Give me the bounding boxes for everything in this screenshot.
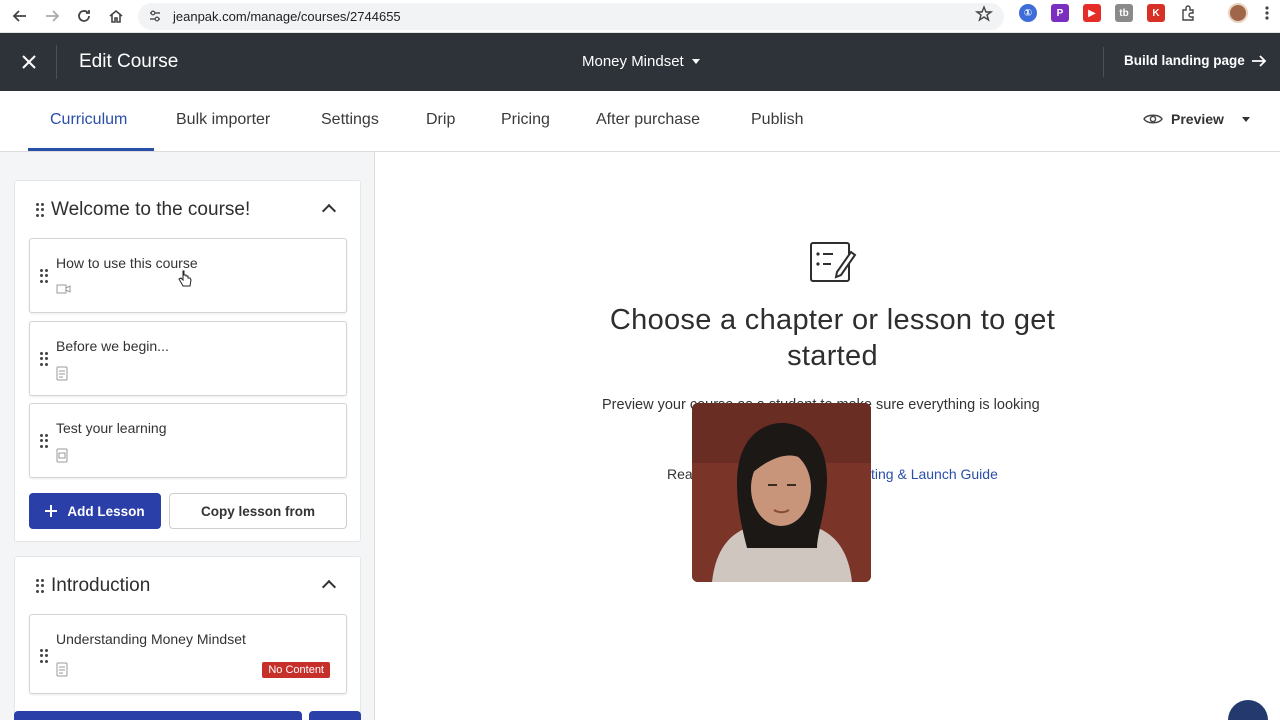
lesson-title: Understanding Money Mindset: [56, 631, 246, 647]
home-icon: [109, 9, 123, 23]
plus-icon: [45, 505, 58, 517]
build-landing-label: Build landing page: [1124, 53, 1245, 68]
extension-k-icon[interactable]: K: [1147, 4, 1165, 22]
address-bar[interactable]: jeanpak.com/manage/courses/2744655: [138, 3, 1004, 30]
eye-icon: [1143, 114, 1163, 124]
drag-handle-icon[interactable]: [40, 434, 48, 448]
tab-bulk-importer[interactable]: Bulk importer: [176, 111, 270, 129]
document-icon: [56, 366, 68, 381]
tab-curriculum[interactable]: Curriculum: [50, 111, 127, 129]
arrow-right-icon: [1251, 54, 1267, 67]
quiz-icon: [56, 448, 68, 463]
header-divider-right: [1103, 47, 1104, 77]
webcam-overlay: [692, 403, 871, 582]
build-landing-page-button[interactable]: Build landing page: [1124, 53, 1267, 68]
copy-lesson-button[interactable]: Copy lesson from: [169, 493, 347, 529]
browser-toolbar: jeanpak.com/manage/courses/2744655 ① P ▶…: [0, 0, 1280, 33]
more-options-button[interactable]: [309, 711, 361, 720]
lesson-title: Before we begin...: [56, 338, 169, 354]
active-tab-indicator: [28, 148, 154, 151]
chapter-card: Introduction Understanding Money Mindset…: [14, 556, 361, 720]
preview-label: Preview: [1171, 111, 1224, 127]
back-button[interactable]: [8, 4, 32, 28]
curriculum-sidebar[interactable]: Welcome to the course! How to use this c…: [0, 152, 375, 720]
launch-guide-link[interactable]: ting & Launch Guide: [871, 466, 998, 482]
arrow-right-icon: [46, 10, 60, 22]
drag-handle-icon[interactable]: [40, 269, 48, 283]
browser-menu-icon[interactable]: [1264, 5, 1270, 21]
course-tabs: Curriculum Bulk importer Settings Drip P…: [0, 91, 1280, 152]
bookmark-star-icon[interactable]: [975, 5, 993, 23]
tab-pricing[interactable]: Pricing: [501, 111, 550, 129]
lesson-item[interactable]: Test your learning: [29, 403, 347, 478]
presenter-video-icon: [692, 403, 871, 582]
extension-tb-icon[interactable]: tb: [1115, 4, 1133, 22]
tab-after-purchase[interactable]: After purchase: [596, 111, 700, 129]
reload-button[interactable]: [72, 4, 96, 28]
copy-lesson-label: Copy lesson from: [200, 503, 316, 519]
drag-handle-icon[interactable]: [40, 649, 48, 663]
add-lesson-label: Add Lesson: [67, 503, 145, 519]
profile-avatar[interactable]: [1228, 3, 1248, 23]
header-divider: [56, 45, 57, 79]
youtube-extension-icon[interactable]: ▶: [1083, 4, 1101, 22]
tab-drip[interactable]: Drip: [426, 111, 455, 129]
document-icon: [56, 662, 68, 677]
edit-checklist-icon: [810, 242, 857, 282]
preview-button[interactable]: Preview: [1143, 111, 1250, 127]
lesson-item[interactable]: Understanding Money Mindset No Content: [29, 614, 347, 694]
extension-purple-icon[interactable]: P: [1051, 4, 1069, 22]
hand-cursor-icon: [178, 270, 192, 287]
course-selector[interactable]: Money Mindset: [582, 53, 700, 70]
arrow-left-icon: [12, 10, 26, 22]
chevron-up-icon[interactable]: [321, 579, 337, 595]
tab-publish[interactable]: Publish: [751, 111, 803, 129]
close-icon[interactable]: [18, 51, 40, 73]
add-lesson-button[interactable]: Add Lesson: [29, 493, 161, 529]
app-header: Edit Course Money Mindset Build landing …: [0, 33, 1280, 91]
chevron-up-icon[interactable]: [321, 203, 337, 219]
site-settings-icon: [150, 10, 160, 22]
no-content-badge: No Content: [262, 662, 330, 678]
course-name: Money Mindset: [582, 53, 684, 70]
caret-down-icon: [691, 59, 700, 64]
home-button[interactable]: [104, 4, 128, 28]
lesson-item[interactable]: Before we begin...: [29, 321, 347, 396]
chapter-card: Welcome to the course! How to use this c…: [14, 180, 361, 542]
add-chapter-button[interactable]: [14, 711, 302, 720]
tab-settings[interactable]: Settings: [321, 111, 379, 129]
page-title: Edit Course: [79, 51, 179, 72]
password-manager-icon[interactable]: ①: [1019, 4, 1037, 22]
forward-button[interactable]: [40, 4, 64, 28]
lesson-title: How to use this course: [56, 255, 198, 271]
url-text: jeanpak.com/manage/courses/2744655: [173, 9, 401, 24]
empty-state-title: Choose a chapter or lesson to get starte…: [609, 304, 1056, 372]
reload-icon: [78, 10, 90, 22]
chapter-title[interactable]: Welcome to the course!: [51, 199, 250, 221]
chapter-title[interactable]: Introduction: [51, 575, 150, 597]
drag-handle-icon[interactable]: [40, 352, 48, 366]
lesson-title: Test your learning: [56, 420, 167, 436]
extensions-puzzle-icon[interactable]: [1180, 4, 1198, 22]
drag-handle-icon[interactable]: [36, 203, 44, 217]
drag-handle-icon[interactable]: [36, 579, 44, 593]
video-icon: [56, 284, 71, 294]
caret-down-icon: [1241, 116, 1250, 122]
